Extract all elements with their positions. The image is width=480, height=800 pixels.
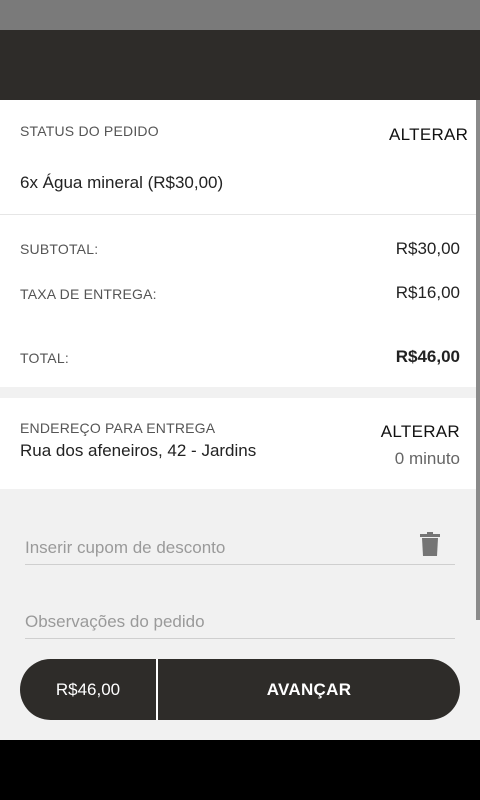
change-order-button[interactable]: ALTERAR (389, 125, 468, 145)
order-total-pill: R$46,00 (20, 659, 156, 720)
order-item: 6x Água mineral (R$30,00) (20, 173, 224, 192)
coupon-placeholder: Inserir cupom de desconto (25, 538, 226, 557)
address-value: Rua dos afeneiros, 42 - Jardins (20, 441, 257, 460)
delivery-eta: 0 minuto (394, 449, 460, 468)
order-status-label: STATUS DO PEDIDO (20, 123, 159, 139)
total-label: TOTAL: (20, 350, 69, 366)
divider (0, 214, 476, 215)
order-summary-card: STATUS DO PEDIDO ALTERAR 6x Água mineral… (0, 100, 476, 387)
status-bar (0, 0, 480, 30)
delivery-fee-label: TAXA DE ENTREGA: (20, 286, 157, 302)
app-bar (0, 30, 480, 100)
advance-button[interactable]: AVANÇAR (158, 659, 460, 720)
notes-input[interactable]: Observações do pedido (25, 606, 455, 639)
order-screen: STATUS DO PEDIDO ALTERAR 6x Água mineral… (0, 100, 480, 740)
total-value: R$46,00 (395, 347, 460, 366)
coupon-input[interactable]: Inserir cupom de desconto (25, 532, 455, 565)
trash-icon[interactable] (420, 532, 440, 556)
address-label: ENDEREÇO PARA ENTREGA (20, 420, 216, 436)
scrollbar[interactable] (476, 100, 480, 620)
checkout-bar: R$46,00 AVANÇAR (20, 659, 460, 720)
address-card: ENDEREÇO PARA ENTREGA Rua dos afeneiros,… (0, 398, 476, 489)
subtotal-label: SUBTOTAL: (20, 241, 99, 257)
navigation-bar (0, 740, 480, 800)
notes-placeholder: Observações do pedido (25, 612, 205, 631)
change-address-button[interactable]: ALTERAR (381, 422, 460, 442)
delivery-fee-value: R$16,00 (395, 283, 460, 302)
subtotal-value: R$30,00 (395, 239, 460, 258)
